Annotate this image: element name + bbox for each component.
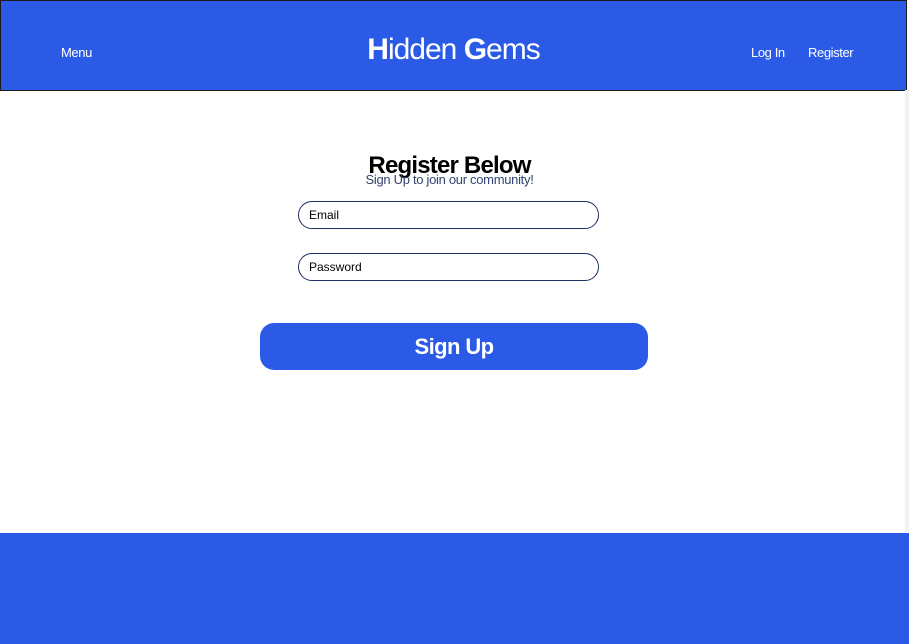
login-link[interactable]: Log In (751, 45, 785, 60)
sign-up-button[interactable]: Sign Up (260, 323, 648, 370)
top-header: Menu Hidden Gems Log In Register (0, 0, 907, 91)
brand-first-initial: H (367, 33, 389, 66)
register-link[interactable]: Register (808, 45, 854, 60)
scrollbar-track (905, 90, 909, 532)
register-page: Menu Hidden Gems Log In Register Registe… (0, 0, 909, 644)
email-field[interactable] (298, 201, 599, 229)
brand-second-rest: ems (486, 33, 541, 66)
page-subtitle: Sign Up to join our community! (365, 172, 534, 187)
password-field[interactable] (298, 253, 599, 281)
brand-first-rest: idden (387, 33, 464, 66)
footer (0, 533, 909, 644)
brand-second-initial: G (463, 33, 487, 66)
